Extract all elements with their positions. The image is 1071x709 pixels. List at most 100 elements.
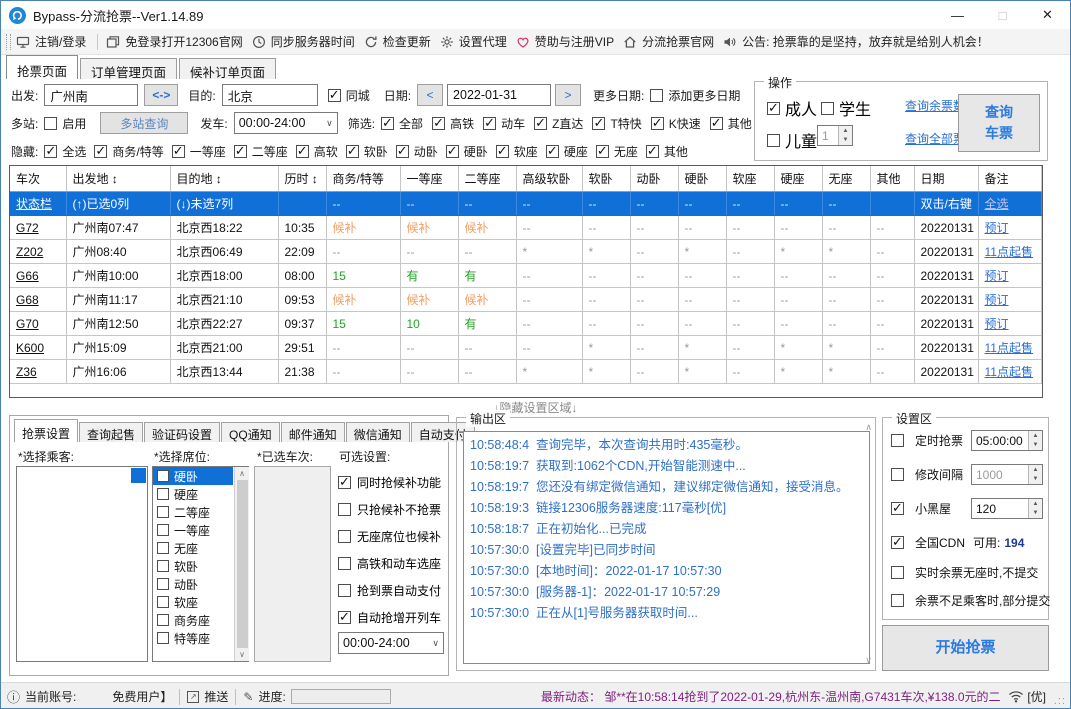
hide-column-checkbox[interactable]: 软座 [495, 143, 538, 160]
settings-tab[interactable]: 微信通知 [345, 422, 410, 442]
train-row[interactable]: Z36 广州16:06 北京西13:44 21:38 -- -- -- * * -- * -- * * --… [10, 359, 1042, 384]
settings-tab[interactable]: 邮件通知 [280, 422, 345, 442]
settings-tab[interactable]: 验证码设置 [144, 422, 221, 442]
column-header[interactable]: 其他 [870, 166, 915, 192]
interval-checkbox[interactable]: 修改间隔 [891, 466, 963, 483]
option-checkbox[interactable]: 自动抢增开列车 [338, 609, 441, 626]
blackroom-stepper[interactable]: 120 ▲ ▼ [971, 498, 1043, 519]
dest-input[interactable]: 北京 [221, 84, 318, 106]
train-row[interactable]: G66 广州南10:00 北京西18:00 08:00 15 有有 -- -- -- -- -- --… [10, 263, 1042, 288]
partial-submit-checkbox[interactable]: 余票不足乘客时,部分提交 [891, 592, 1050, 609]
close-button[interactable]: ✕ [1025, 1, 1070, 29]
multi-station-query-button[interactable]: 多站查询 [100, 112, 189, 134]
grab-time-range-dropdown[interactable]: 00:00-24:00 ∨ [338, 632, 444, 654]
train-number-cell[interactable]: Z202 [10, 239, 67, 264]
add-more-dates-checkbox[interactable]: 添加更多日期 [650, 87, 740, 104]
proxy-settings-button[interactable]: 设置代理 [440, 33, 507, 50]
timed-grab-stepper[interactable]: 05:00:00 ▲ ▼ [971, 430, 1043, 451]
column-header[interactable]: 商务/特等 [326, 166, 401, 192]
hide-column-checkbox[interactable]: 二等座 [233, 143, 288, 160]
remark-link-cell[interactable]: 预订 [978, 287, 1042, 312]
seat-option[interactable]: 商务座 [153, 611, 233, 629]
seat-option[interactable]: 软座 [153, 593, 233, 611]
option-checkbox[interactable]: 抢到票自动支付 [338, 582, 441, 599]
timed-grab-checkbox[interactable]: 定时抢票 [891, 432, 963, 449]
output-log[interactable]: 10:58:48:4 查询完毕，本次查询共用时:435毫秒。 10:58:19:7… [463, 431, 870, 664]
hide-column-checkbox[interactable]: 一等座 [171, 143, 226, 160]
same-city-checkbox[interactable]: 同城 [327, 87, 370, 104]
scroll-up-icon[interactable]: ∧ [239, 469, 245, 478]
scroll-up-icon[interactable]: ∧ [865, 422, 872, 433]
hide-column-checkbox[interactable]: 软卧 [345, 143, 388, 160]
passenger-list-scrollbar[interactable] [131, 468, 146, 483]
remark-link-cell[interactable]: 预订 [978, 263, 1042, 288]
option-checkbox[interactable]: 无座席位也候补 [338, 528, 441, 545]
selected-trains-box[interactable] [254, 466, 331, 662]
column-header[interactable]: 动卧 [630, 166, 679, 192]
column-header[interactable]: 备注 [978, 166, 1042, 192]
interval-stepper[interactable]: 1000 ▲ ▼ [971, 464, 1043, 485]
next-date-button[interactable]: > [555, 84, 582, 106]
column-header[interactable]: 出发地 ↕ [66, 166, 171, 192]
hide-column-checkbox[interactable]: 硬卧 [445, 143, 488, 160]
status-row[interactable]: 状态栏 (↑)已选0列 (↓)未选7列 -- -- -- -- -- -- -- -- -- -- 双击/… [10, 191, 1042, 216]
train-type-checkbox[interactable]: 动车 [483, 115, 525, 132]
child-count-stepper[interactable]: 1 ▲ ▼ [817, 125, 853, 146]
depart-time-dropdown[interactable]: 00:00-24:00 ∨ [233, 112, 338, 134]
remark-link-cell[interactable]: 全选 [978, 191, 1042, 216]
train-type-checkbox[interactable]: 其他 [709, 115, 752, 132]
hide-column-checkbox[interactable]: 全选 [44, 143, 86, 160]
hide-column-checkbox[interactable]: 动卧 [395, 143, 438, 160]
official-site-button[interactable]: 分流抢票官网 [623, 33, 714, 50]
column-header[interactable]: 日期 [914, 166, 979, 192]
push-label[interactable]: 推送 [204, 688, 228, 705]
seat-option[interactable]: 特等座 [153, 629, 233, 647]
prev-date-button[interactable]: < [417, 84, 444, 106]
seat-option[interactable]: 软卧 [153, 557, 233, 575]
train-number-cell[interactable]: G72 [10, 215, 67, 240]
depart-input[interactable]: 广州南 [44, 84, 139, 106]
train-row[interactable]: Z202 广州08:40 北京西06:49 22:09 -- -- -- * * -- * -- * * -… [10, 239, 1042, 264]
train-number-cell[interactable]: G70 [10, 311, 67, 336]
start-grab-button[interactable]: 开始抢票 [882, 625, 1049, 671]
column-header[interactable]: 一等座 [400, 166, 459, 192]
settings-tab[interactable]: 抢票设置 [14, 419, 79, 442]
multi-enable-checkbox[interactable]: 启用 [44, 115, 86, 132]
hide-column-checkbox[interactable]: 其他 [645, 143, 688, 160]
column-header[interactable]: 高级软卧 [516, 166, 583, 192]
train-row[interactable]: G70 广州南12:50 北京西22:27 09:37 15 10 有 -- -- -- -- -- -… [10, 311, 1042, 336]
passenger-list[interactable] [16, 466, 148, 662]
column-header[interactable]: 目的地 ↕ [170, 166, 279, 192]
remark-link-cell[interactable]: 预订 [978, 215, 1042, 240]
settings-tab[interactable]: 查询起售 [79, 422, 144, 442]
swap-stations-button[interactable]: <-> [144, 84, 179, 106]
train-type-checkbox[interactable]: 全部 [381, 115, 423, 132]
seat-option[interactable]: 动卧 [153, 575, 233, 593]
seat-list-scrollbar[interactable]: ∧ ∨ [234, 467, 249, 661]
train-type-checkbox[interactable]: Z直达 [534, 115, 583, 132]
no-standing-checkbox[interactable]: 实时余票无座时,不提交 [891, 564, 1038, 581]
train-row[interactable]: G72 广州南07:47 北京西18:22 10:35 候补 候补 候补 -- -- -- -- --… [10, 215, 1042, 240]
option-checkbox[interactable]: 高铁和动车选座 [338, 555, 441, 572]
maximize-button[interactable]: □ [980, 1, 1025, 29]
train-row[interactable]: K600 广州15:09 北京西21:00 29:51 -- -- -- -- * -- * -- * *… [10, 335, 1042, 360]
train-row[interactable]: G68 广州南11:17 北京西21:10 09:53 候补 候补 候补 -- -- -- -- --… [10, 287, 1042, 312]
resize-grip[interactable]: .:: [1054, 695, 1066, 707]
column-header[interactable]: 软卧 [582, 166, 631, 192]
main-tab[interactable]: 候补订单页面 [179, 58, 277, 80]
seat-option[interactable]: 无座 [153, 539, 233, 557]
seat-option[interactable]: 一等座 [153, 521, 233, 539]
train-number-cell[interactable]: 状态栏 [10, 191, 67, 216]
remark-link-cell[interactable]: 11点起售 [978, 335, 1042, 360]
scroll-down-icon[interactable]: ∨ [239, 650, 245, 659]
cdn-checkbox[interactable]: 全国CDN [891, 534, 965, 551]
column-header[interactable]: 二等座 [458, 166, 517, 192]
date-input[interactable]: 2022-01-31 [447, 84, 552, 106]
check-update-button[interactable]: 检查更新 [364, 33, 431, 50]
blackroom-checkbox[interactable]: 小黑屋 [891, 500, 951, 517]
hide-column-checkbox[interactable]: 无座 [595, 143, 638, 160]
train-number-cell[interactable]: K600 [10, 335, 67, 360]
main-tab[interactable]: 抢票页面 [6, 55, 79, 79]
remark-link-cell[interactable]: 预订 [978, 311, 1042, 336]
toolbar-grip[interactable] [6, 33, 11, 50]
